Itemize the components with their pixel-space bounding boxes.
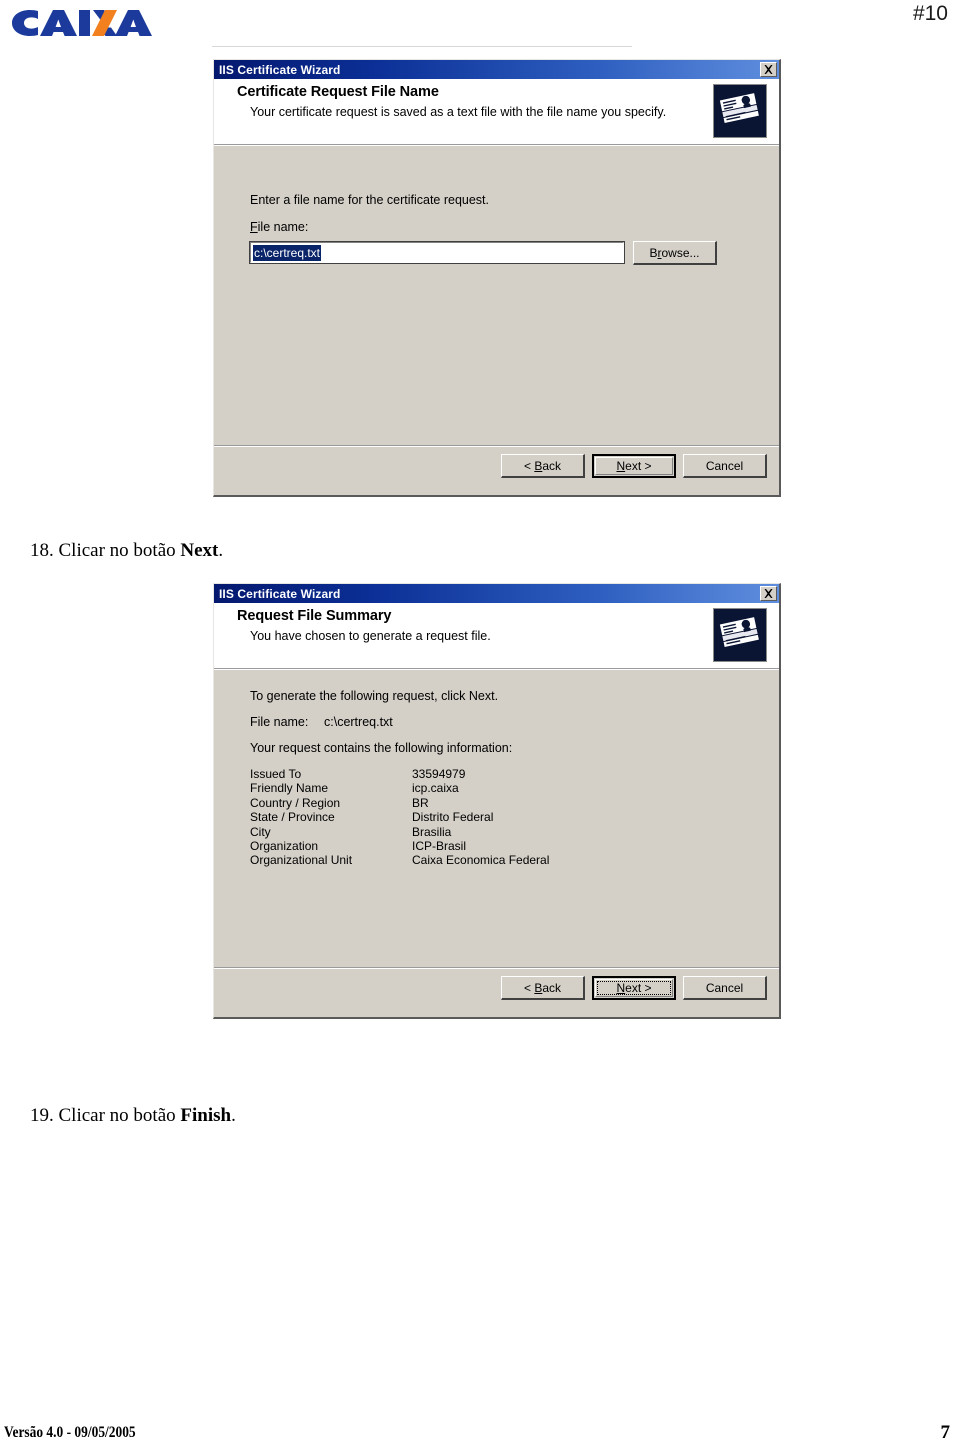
summary-value: BR [412, 795, 429, 810]
table-row: Organizational Unit Caixa Economica Fede… [250, 853, 549, 867]
summary-intro: To generate the following request, click… [250, 689, 499, 703]
summary-key: City [250, 824, 271, 839]
footer-divider [0, 1418, 960, 1419]
summary-value: Distrito Federal [412, 810, 494, 825]
summary-key: Friendly Name [250, 781, 329, 796]
file-name-prompt: Enter a file name for the certificate re… [250, 193, 490, 207]
step-19: 19. Clicar no botão Finish. [30, 1105, 236, 1127]
header-divider [212, 46, 632, 47]
summary-key: State / Province [250, 810, 335, 825]
step-19-tail: . [231, 1105, 236, 1126]
close-icon [763, 588, 774, 599]
table-row: State / Province Distrito Federal [250, 810, 549, 824]
iis-certificate-wizard-dialog-2[interactable]: IIS Certificate Wizard Request File Summ… [213, 583, 781, 1019]
wizard-footer-1: < Back Next > Cancel [214, 445, 779, 495]
step-18-number: 18. [30, 540, 54, 561]
summary-table: Issued To 33594979 Friendly Name icp.cai… [250, 767, 549, 868]
wizard-description-1: Your certificate request is saved as a t… [250, 105, 667, 119]
cancel-button-2[interactable]: Cancel [683, 976, 767, 1000]
wizard-button-row-1: < Back Next > Cancel [501, 454, 767, 478]
browse-button-label: Browse... [649, 245, 700, 260]
wizard-header-1: Certificate Request File Name Your certi… [214, 79, 779, 145]
file-name-value: c:\certreq.txt [253, 244, 322, 261]
wizard-header-2: Request File Summary You have chosen to … [214, 603, 779, 669]
wizard-heading-2: Request File Summary [237, 608, 392, 624]
table-row: City Brasilia [250, 825, 549, 839]
footer-page-number: 7 [940, 1422, 951, 1443]
next-button-1-label: Next > [616, 459, 652, 473]
page-header: #10 [0, 0, 960, 48]
file-name-input[interactable]: c:\certreq.txt [249, 241, 625, 264]
file-name-label-rest: ile name: [257, 220, 309, 234]
window-title-2: IIS Certificate Wizard [219, 586, 341, 601]
summary-value: icp.caixa [412, 781, 459, 796]
titlebar-1: IIS Certificate Wizard [214, 60, 779, 79]
next-button-2-label: Next > [616, 981, 652, 995]
wizard-footer-2: < Back Next > Cancel [214, 967, 779, 1017]
close-button-1[interactable] [760, 62, 777, 77]
next-button-1[interactable]: Next > [592, 454, 676, 478]
back-button-1-label: < Back [523, 458, 562, 473]
back-button-2-label: < Back [523, 980, 562, 995]
step-19-bold: Finish [180, 1105, 232, 1126]
caixa-logo [4, 6, 154, 40]
back-button-2[interactable]: < Back [501, 976, 585, 1000]
step-18: 18. Clicar no botão Next. [30, 540, 223, 562]
file-name-label: File name: [250, 220, 309, 234]
wizard-body-2: To generate the following request, click… [214, 669, 779, 967]
cancel-button-2-label: Cancel [705, 980, 744, 995]
page-marker: #10 [912, 2, 948, 25]
cancel-button-1[interactable]: Cancel [683, 454, 767, 478]
summary-value: Brasilia [412, 824, 452, 839]
summary-table-body: Issued To 33594979 Friendly Name icp.cai… [250, 767, 549, 868]
table-row: Friendly Name icp.caixa [250, 781, 549, 795]
body-top-rule-1 [214, 145, 779, 146]
cancel-button-1-label: Cancel [705, 458, 744, 473]
summary-key: Issued To [250, 767, 302, 781]
browse-button[interactable]: Browse... [633, 241, 717, 265]
step-19-text: Clicar no botão [58, 1105, 181, 1126]
iis-certificate-wizard-dialog-1[interactable]: IIS Certificate Wizard Certificate Reque… [213, 59, 781, 497]
step-18-bold: Next [180, 540, 219, 561]
summary-file-name-value: c:\certreq.txt [324, 715, 393, 729]
summary-contains-label: Your request contains the following info… [250, 741, 513, 755]
summary-value: 33594979 [412, 767, 466, 781]
summary-key: Country / Region [250, 795, 341, 810]
step-19-number: 19. [30, 1105, 54, 1126]
step-18-tail: . [218, 540, 224, 561]
wizard-button-row-2: < Back Next > Cancel [501, 976, 767, 1000]
summary-key: Organization [250, 839, 319, 854]
close-button-2[interactable] [760, 586, 777, 601]
summary-value: Caixa Economica Federal [412, 853, 550, 868]
table-row: Issued To 33594979 [250, 767, 549, 781]
titlebar-2: IIS Certificate Wizard [214, 584, 779, 603]
window-title-1: IIS Certificate Wizard [219, 62, 341, 77]
wizard-description-2: You have chosen to generate a request fi… [250, 629, 491, 643]
step-18-text: Clicar no botão [58, 540, 181, 561]
certificate-stack-icon [713, 608, 767, 662]
back-button-1[interactable]: < Back [501, 454, 585, 478]
certificate-stack-icon [713, 84, 767, 138]
close-icon [763, 64, 774, 75]
body-top-rule-2 [214, 669, 779, 670]
summary-key: Organizational Unit [250, 853, 353, 868]
footer-version: Versão 4.0 - 09/05/2005 [4, 1424, 136, 1441]
wizard-heading-1: Certificate Request File Name [237, 84, 439, 100]
summary-file-name-label: File name: [250, 715, 309, 729]
table-row: Country / Region BR [250, 796, 549, 810]
table-row: Organization ICP-Brasil [250, 839, 549, 853]
summary-value: ICP-Brasil [412, 839, 467, 854]
next-button-2[interactable]: Next > [592, 976, 676, 1000]
wizard-body-1: Enter a file name for the certificate re… [214, 145, 779, 445]
